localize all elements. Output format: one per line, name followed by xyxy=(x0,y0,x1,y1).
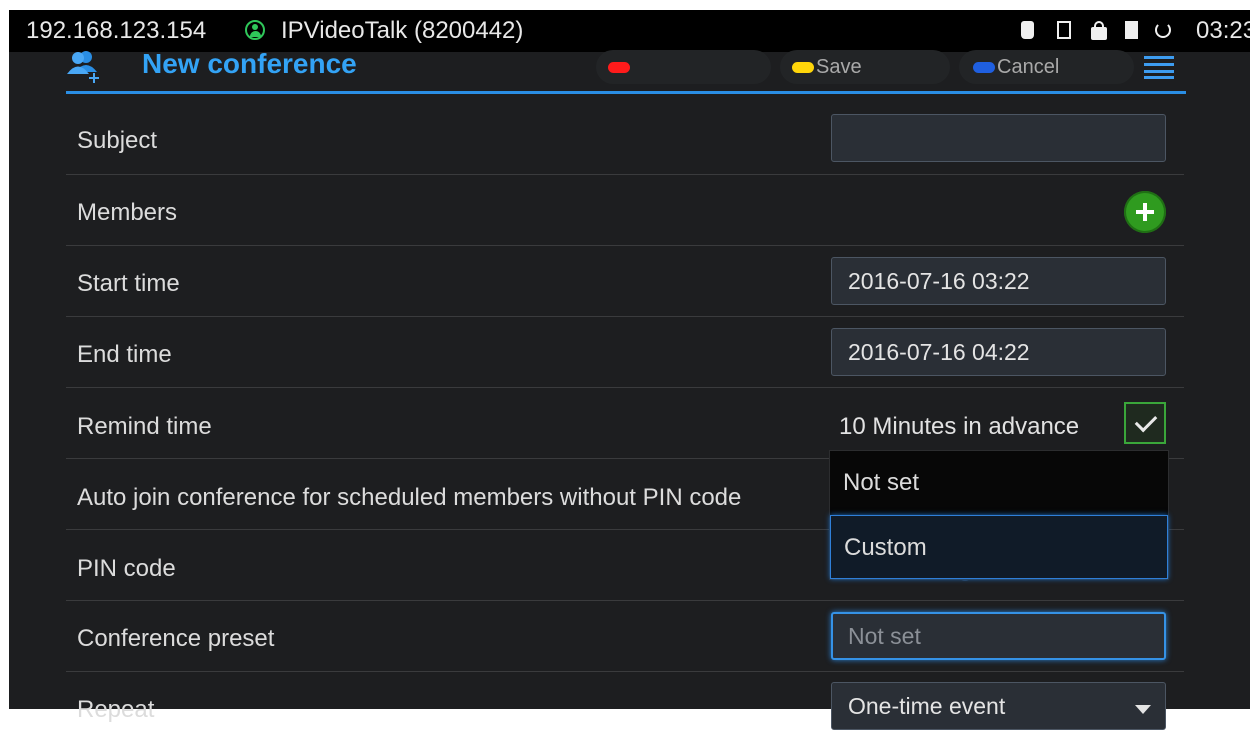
new-conference-icon xyxy=(67,51,99,83)
repeat-value: One-time event xyxy=(848,693,1006,719)
sim-card-icon xyxy=(1057,21,1071,39)
auto-join-label: Auto join conference for scheduled membe… xyxy=(77,484,742,511)
account-name: IPVideoTalk (8200442) xyxy=(281,17,524,44)
remind-time-checkbox[interactable] xyxy=(1124,402,1166,444)
yellow-key-indicator xyxy=(792,62,814,73)
pin-code-label: PIN code xyxy=(77,555,176,582)
usb-icon xyxy=(1021,21,1034,39)
pin-code-dropdown: Not set Custom xyxy=(829,450,1169,580)
subject-label: Subject xyxy=(77,127,158,154)
remind-time-row: Remind time 10 Minutes in advance xyxy=(66,388,1184,459)
repeat-row: Repeat One-time event xyxy=(66,672,1184,743)
start-time-label: Start time xyxy=(77,270,180,297)
end-time-label: End time xyxy=(77,341,172,368)
ip-address: 192.168.123.154 xyxy=(26,17,207,44)
dropdown-option-not-set[interactable]: Not set xyxy=(830,451,1168,515)
conference-preset-field[interactable]: Not set xyxy=(831,612,1166,660)
end-time-row: End time 2016-07-16 04:22 xyxy=(66,317,1184,388)
cancel-label: Cancel xyxy=(997,56,1060,78)
add-member-button[interactable] xyxy=(1124,191,1166,233)
status-icons xyxy=(1021,21,1171,43)
red-softkey[interactable] xyxy=(596,50,771,84)
menu-icon[interactable] xyxy=(1144,56,1174,79)
subject-row: Subject xyxy=(66,94,1184,175)
sync-icon xyxy=(1155,22,1171,38)
lock-shackle xyxy=(1094,21,1104,30)
page-title: New conference xyxy=(142,48,357,79)
save-button[interactable]: Save xyxy=(780,50,950,84)
end-time-field[interactable]: 2016-07-16 04:22 xyxy=(831,328,1166,376)
members-row: Members xyxy=(66,175,1184,246)
conference-preset-label: Conference preset xyxy=(77,625,275,652)
conference-preset-row: Conference preset Not set xyxy=(66,601,1184,672)
clock: 03:23 xyxy=(1196,17,1250,44)
account-status-icon xyxy=(245,20,265,40)
option-label: Custom xyxy=(844,534,927,561)
repeat-label: Repeat xyxy=(77,696,155,723)
red-key-indicator xyxy=(608,62,630,73)
app-header: New conference Save Cancel xyxy=(66,42,1184,94)
sd-card-icon xyxy=(1125,21,1138,39)
blue-key-indicator xyxy=(973,62,995,73)
remind-time-value[interactable]: 10 Minutes in advance xyxy=(839,413,1079,441)
option-label: Not set xyxy=(843,469,920,496)
members-label: Members xyxy=(77,199,178,226)
subject-input[interactable] xyxy=(831,114,1166,162)
start-time-row: Start time 2016-07-16 03:22 xyxy=(66,246,1184,317)
cancel-button[interactable]: Cancel xyxy=(959,50,1134,84)
repeat-select[interactable]: One-time event xyxy=(831,682,1166,730)
dropdown-option-custom[interactable]: Custom xyxy=(830,515,1168,579)
start-time-field[interactable]: 2016-07-16 03:22 xyxy=(831,257,1166,305)
save-label: Save xyxy=(816,56,862,78)
remind-time-label: Remind time xyxy=(77,413,212,440)
chevron-down-icon xyxy=(1135,705,1151,714)
